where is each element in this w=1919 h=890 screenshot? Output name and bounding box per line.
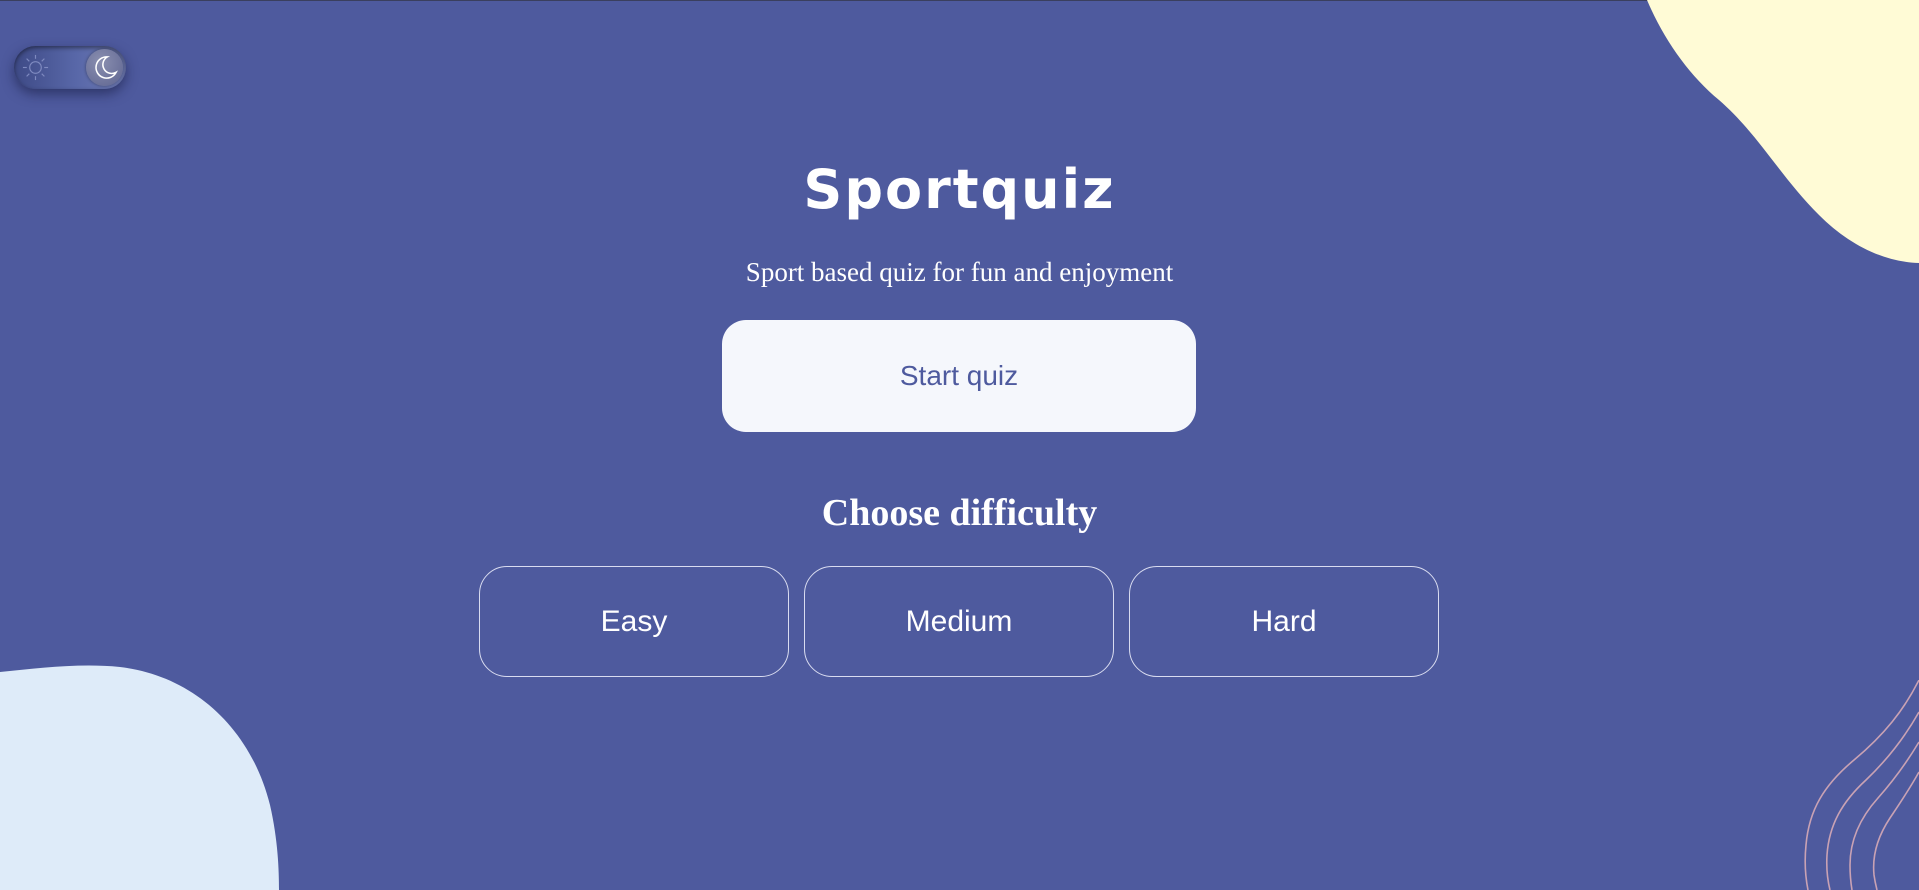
sun-icon (22, 54, 49, 81)
theme-toggle[interactable] (14, 46, 126, 89)
decorative-blob-top-right (1647, 0, 1919, 263)
difficulty-medium-button[interactable]: Medium (804, 566, 1114, 677)
page-subtitle: Sport based quiz for fun and enjoyment (745, 257, 1174, 287)
decorative-blob-bottom-left (0, 665, 279, 890)
moon-icon (95, 56, 118, 79)
difficulty-heading: Choose difficulty (821, 492, 1098, 534)
page-title: Sportquiz (803, 158, 1116, 221)
difficulty-hard-button[interactable]: Hard (1129, 566, 1439, 677)
difficulty-easy-button[interactable]: Easy (479, 566, 789, 677)
decorative-lines-bottom-right (1804, 680, 1919, 890)
start-quiz-button[interactable]: Start quiz (722, 320, 1196, 432)
